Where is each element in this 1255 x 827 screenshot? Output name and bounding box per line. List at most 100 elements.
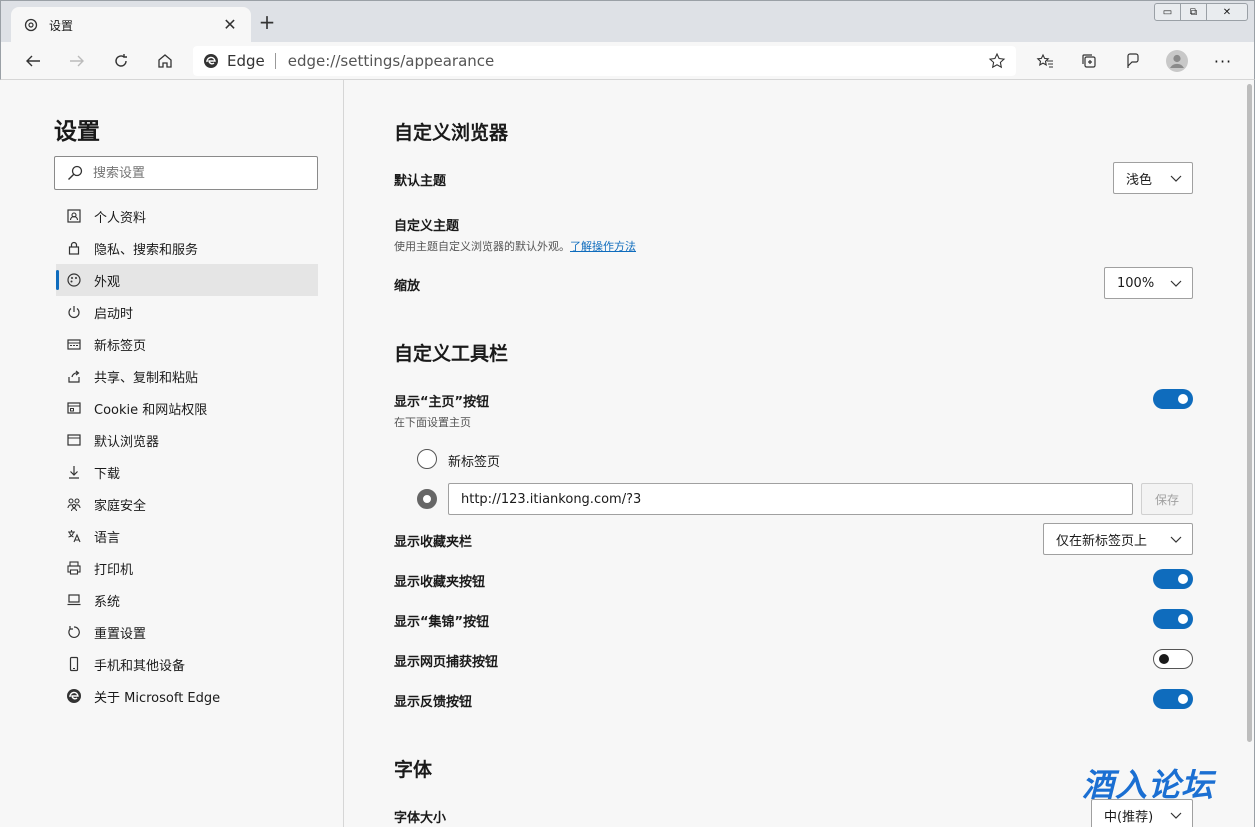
close-window-button[interactable]: ✕ [1207,4,1247,20]
customize-toolbar-title: 自定义工具栏 [394,343,509,365]
tab-settings[interactable]: 设置 ✕ [11,7,251,43]
sidebar-item-label: 启动时 [94,306,134,322]
site-label: Edge [227,52,265,70]
browser-icon [66,432,82,448]
arrow-left-icon [26,55,40,67]
tab-title: 设置 [49,18,74,33]
phone-icon [66,656,82,672]
sidebar-item-label: 个人资料 [94,210,147,226]
sidebar-item[interactable]: 打印机 [56,552,318,584]
sidebar-item-label: 重置设置 [94,626,147,642]
restore-button[interactable]: ⧉ [1181,4,1207,20]
profile-button[interactable] [1163,48,1191,74]
edge-icon [66,688,82,704]
window-controls: ▭ ⧉ ✕ [1154,3,1248,21]
home-button-label: 显示“主页”按钮 [394,395,490,410]
home-button-desc: 在下面设置主页 [394,416,471,429]
more-button[interactable]: ··· [1209,48,1237,74]
new-tab-button[interactable]: + [257,12,277,33]
scrollbar-thumb[interactable] [1247,84,1252,742]
sidebar-item[interactable]: 家庭安全 [56,488,318,520]
font-size-value: 中(推荐) [1104,809,1154,825]
collections-icon [1082,54,1096,68]
sidebar-item[interactable]: 下载 [56,456,318,488]
favorites-bar-label: 显示收藏夹栏 [394,535,473,550]
sidebar-item[interactable]: 启动时 [56,296,318,328]
home-icon [158,54,172,68]
sidebar-item[interactable]: 语言 [56,520,318,552]
star-icon[interactable] [988,52,1006,70]
sidebar-item[interactable]: 手机和其他设备 [56,648,318,680]
back-button[interactable] [19,48,47,74]
sidebar-item-label: 语言 [94,530,121,546]
sidebar-item[interactable]: 隐私、搜索和服务 [56,232,318,264]
printer-icon [66,560,82,576]
settings-main: 自定义浏览器 默认主题 浅色 自定义主题 使用主题自定义浏览器的默认外观。了解操… [345,80,1245,827]
minimize-button[interactable]: ▭ [1155,4,1181,20]
sidebar-item[interactable]: 个人资料 [56,200,318,232]
sidebar-item[interactable]: 新标签页 [56,328,318,360]
download-icon [66,464,82,480]
favorites-bar-dropdown[interactable]: 仅在新标签页上 [1043,523,1193,555]
scrollbar[interactable] [1245,80,1255,827]
reset-icon [66,624,82,640]
custom-theme-desc: 使用主题自定义浏览器的默认外观。了解操作方法 [394,238,636,254]
newtab-icon [66,336,82,352]
collections-button-toggle[interactable] [1153,609,1193,629]
home-button-toggle[interactable] [1153,389,1193,409]
collections-button-label: 显示“集锦”按钮 [394,615,490,630]
address-bar[interactable]: Edge edge://settings/appearance [193,46,1016,76]
fonts-title: 字体 [394,759,433,781]
settings-nav: 设置 个人资料隐私、搜索和服务外观启动时新标签页共享、复制和粘贴 Cookie 和… [1,80,344,827]
radio-custom-url[interactable] [417,489,437,509]
web-capture-toggle[interactable] [1153,649,1193,669]
zoom-label: 缩放 [394,279,421,294]
nav-title: 设置 [54,119,100,145]
search-box[interactable] [54,156,318,190]
sidebar-item[interactable]: 关于 Microsoft Edge [56,680,318,712]
save-button[interactable]: 保存 [1141,483,1193,515]
default-theme-value: 浅色 [1126,172,1153,188]
edge-logo-icon [204,54,218,68]
tab-close-button[interactable]: ✕ [221,16,239,34]
default-theme-dropdown[interactable]: 浅色 [1113,162,1193,194]
sidebar-item-label: 手机和其他设备 [94,658,186,674]
favorites-icon [1036,53,1053,68]
browser-toolbar: Edge edge://settings/appearance ··· [0,42,1255,80]
sidebar-item[interactable]: 重置设置 [56,616,318,648]
font-size-label: 字体大小 [394,811,447,826]
chevron-down-icon [1170,536,1182,543]
home-url-input[interactable] [448,483,1133,515]
sidebar-item-label: 默认浏览器 [94,434,160,450]
sidebar-item-label: 系统 [94,594,121,610]
favorites-button-label: 显示收藏夹按钮 [394,575,486,590]
watermark-logo: 酒入论坛 [1082,760,1214,806]
refresh-button[interactable] [107,48,135,74]
forward-button[interactable] [63,48,91,74]
url-text[interactable]: edge://settings/appearance [288,52,988,70]
sidebar-item-label: 打印机 [94,562,134,578]
home-button[interactable] [151,48,179,74]
search-icon [68,165,83,180]
site-permissions-icon [66,400,82,416]
sidebar-item[interactable]: 共享、复制和粘贴 [56,360,318,392]
sidebar-item[interactable]: 默认浏览器 [56,424,318,456]
feedback-button-label: 显示反馈按钮 [394,695,473,710]
profile-icon [66,208,82,224]
lock-icon [66,240,82,256]
search-input[interactable] [93,165,293,181]
language-icon [66,528,82,544]
sidebar-item[interactable]: Cookie 和网站权限 [56,392,318,424]
learn-how-link[interactable]: 了解操作方法 [570,240,636,253]
zoom-dropdown[interactable]: 100% [1104,267,1193,299]
avatar-icon [1166,50,1188,72]
feedback-button-toggle[interactable] [1153,689,1193,709]
favorites-button[interactable] [1031,48,1059,74]
sidebar-item[interactable]: 系统 [56,584,318,616]
custom-theme-desc-text: 使用主题自定义浏览器的默认外观。 [394,240,570,253]
feedback-button[interactable] [1119,48,1147,74]
sidebar-item[interactable]: 外观 [56,264,318,296]
collections-button[interactable] [1075,48,1103,74]
favorites-button-toggle[interactable] [1153,569,1193,589]
radio-newtab[interactable] [417,449,437,469]
